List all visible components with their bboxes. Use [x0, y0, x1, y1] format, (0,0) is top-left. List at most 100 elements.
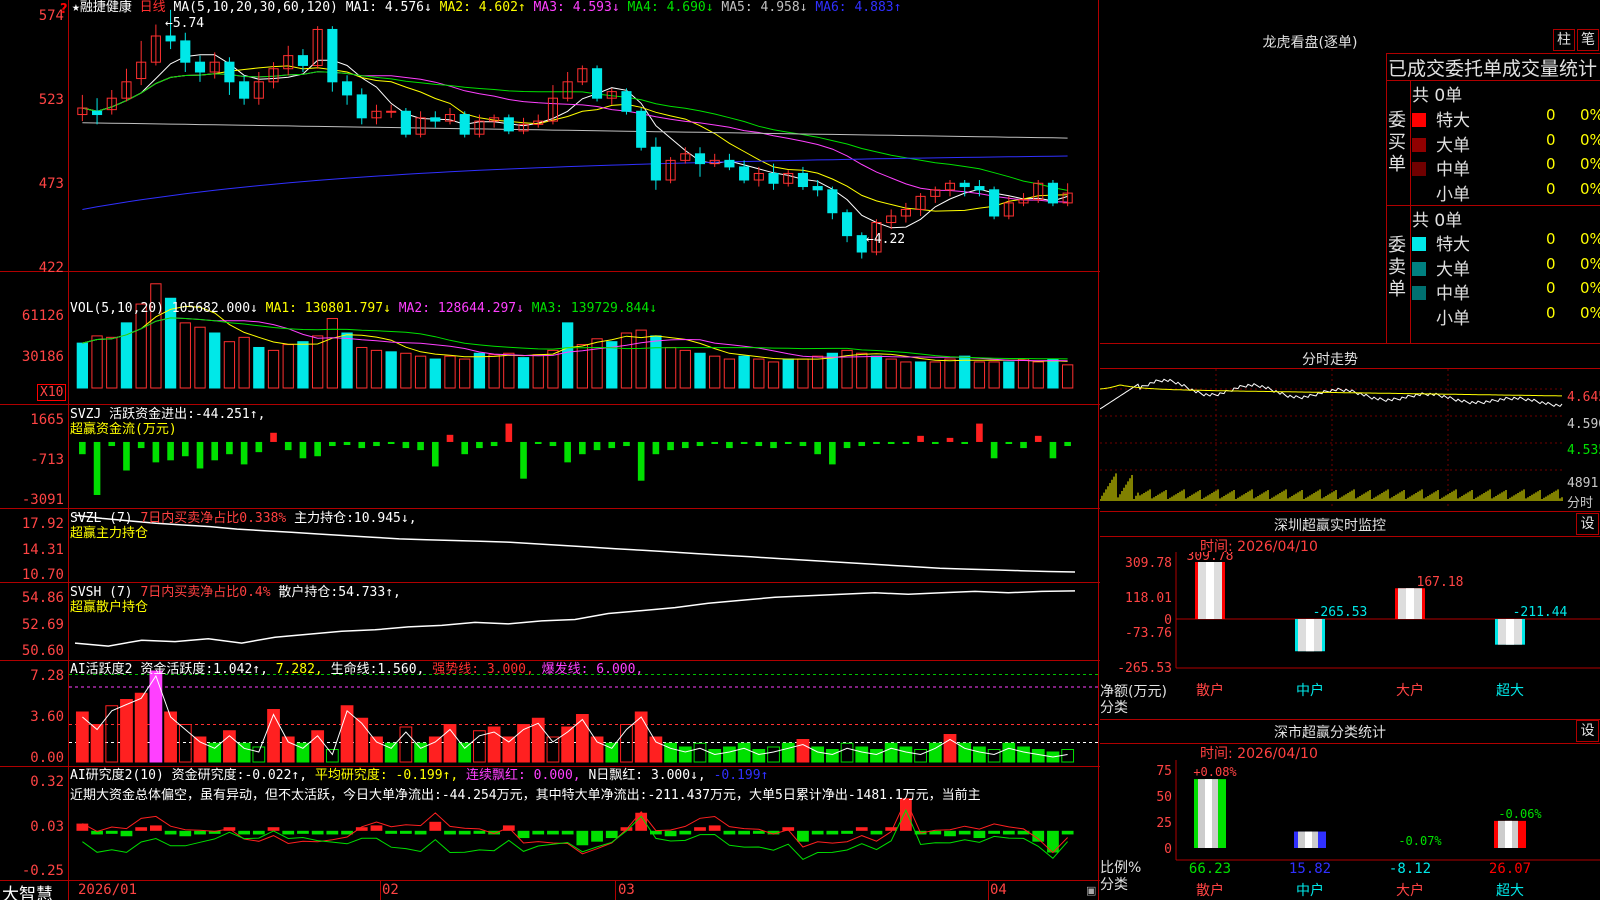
- svzj-value: -44.251↑,: [194, 407, 266, 422]
- active-bar: [973, 746, 986, 763]
- research-bar: [561, 830, 574, 835]
- stock-name[interactable]: 融捷健康: [80, 0, 132, 15]
- y-tick-label: 50.60: [21, 643, 64, 659]
- volume-bar: [767, 361, 780, 389]
- settings-marker-icon[interactable]: ?: [60, 2, 68, 17]
- active-bar: [767, 746, 780, 763]
- star-icon[interactable]: ★: [72, 0, 80, 15]
- ai-research-chart[interactable]: [69, 767, 1098, 880]
- volume-bar: [1003, 361, 1015, 389]
- research-bar: [120, 830, 133, 837]
- y-tick-label: 0.32: [30, 774, 64, 790]
- volume-bar: [503, 352, 515, 389]
- bar-bottom-value: 15.82: [1289, 861, 1331, 877]
- y-tick-label: -0.25: [21, 863, 64, 879]
- active-bar: [708, 749, 722, 763]
- active-bar: [914, 749, 927, 763]
- bar-view-button[interactable]: 柱: [1553, 29, 1575, 51]
- volume-bar: [150, 283, 162, 389]
- ma-value: MA4: 4.690↓: [619, 0, 714, 15]
- volume-bar: [635, 329, 647, 389]
- volume-bar: [738, 355, 750, 389]
- order-pct: 0%: [1580, 230, 1600, 248]
- candlestick-chart[interactable]: [69, 0, 1098, 270]
- y-tick-label: -3091: [21, 492, 64, 508]
- volume-bar: [91, 335, 103, 389]
- monitor-chart[interactable]: 309.78118.010-73.76-265.53309.78散户-265.5…: [1100, 552, 1600, 720]
- order-pct: 0%: [1580, 130, 1600, 149]
- y-tick-label: -265.53: [1117, 661, 1172, 676]
- research-bar: [547, 830, 559, 835]
- low-note-value: 4.22: [873, 232, 906, 247]
- svzj-title: SVZJ 活跃资金进出:-44.251↑,: [70, 407, 265, 422]
- ai-research-value: -0.022↑,: [244, 768, 308, 783]
- candle: [621, 91, 632, 112]
- order-count: 0: [1546, 279, 1556, 297]
- x-tick-label: 02: [382, 882, 399, 898]
- ai-active-title: AI活跃度2 资金活跃度:1.042↑, 7.282, 生命线:1.560, 强…: [70, 662, 643, 677]
- bar-value-label: -265.53: [1313, 605, 1368, 620]
- y-tick-label: 75: [1156, 764, 1172, 779]
- flow-bar: [917, 435, 924, 442]
- monitor-bar: [1295, 619, 1325, 652]
- volume-chart[interactable]: [69, 272, 1098, 404]
- tick-view-button[interactable]: 笔: [1577, 29, 1599, 51]
- flow-bar: [608, 441, 616, 449]
- active-bar: [325, 749, 339, 763]
- divider: [1386, 53, 1387, 343]
- flow-bar: [284, 441, 292, 451]
- ma-line: [82, 122, 1068, 139]
- flow-bar: [402, 441, 410, 449]
- svsh-ratio: 7日内买卖净占比0.4%: [140, 585, 271, 600]
- order-row: 中单 0 0%: [1412, 155, 1600, 180]
- order-count: 0: [1546, 179, 1556, 198]
- bar-top-label: +0.08%: [1193, 765, 1237, 779]
- vol-unit-badge[interactable]: X10: [37, 384, 67, 401]
- flow-bar: [123, 441, 130, 471]
- volume-bar: [1062, 364, 1074, 389]
- order-pct: 0%: [1580, 303, 1600, 322]
- order-count: 0: [1546, 106, 1556, 124]
- active-bar: [502, 736, 516, 763]
- period-label[interactable]: 日线: [140, 0, 166, 15]
- color-swatch: [1412, 261, 1426, 276]
- intraday-chart[interactable]: [1100, 369, 1564, 509]
- candle: [165, 35, 176, 42]
- research-bar: [194, 830, 206, 835]
- volume-bar: [679, 349, 691, 389]
- ma-value: MA5: 4.958↓: [713, 0, 808, 15]
- sell-total: 共 0单: [1412, 211, 1463, 231]
- ma-value: MA6: 4.883↑: [807, 0, 902, 15]
- volume-bar: [694, 352, 706, 389]
- bar-highlight: [1205, 779, 1212, 848]
- y-tick-label: 0: [1164, 842, 1172, 857]
- flow-bar: [740, 441, 748, 444]
- monitor-settings-button[interactable]: 设: [1576, 513, 1599, 535]
- candle: [768, 172, 779, 184]
- lock-icon[interactable]: ▣: [1086, 884, 1096, 897]
- candle: [356, 94, 367, 119]
- classify-settings-button[interactable]: 设: [1576, 720, 1599, 742]
- brand-logo[interactable]: 大智慧: [2, 880, 53, 900]
- active-bar: [870, 749, 883, 763]
- ai-active-label: AI活跃度2: [70, 662, 133, 677]
- volume-bar: [532, 354, 544, 389]
- order-type: 小单: [1436, 308, 1470, 329]
- flow-bar: [858, 441, 866, 447]
- research-avg-line: [82, 808, 1068, 861]
- order-count: 0: [1546, 303, 1556, 322]
- ma-value: MA3: 139729.844↓: [523, 301, 658, 316]
- order-count: 0: [1546, 155, 1556, 173]
- high-price-note: ←5.74: [165, 16, 205, 31]
- flow-bar: [1049, 441, 1057, 459]
- candle: [239, 81, 250, 99]
- volume-bar: [929, 361, 941, 389]
- volume-bar: [517, 357, 530, 389]
- flow-bar: [505, 423, 513, 442]
- classify-chart[interactable]: 75 50 25 0 +0.08% 66.23 散户 15.82 中户 -0.07% -8.12 大户…: [1100, 760, 1600, 900]
- research-bar: [576, 830, 589, 846]
- research-bar: [135, 827, 148, 831]
- active-bar: [899, 746, 913, 763]
- active-bar: [193, 736, 207, 763]
- order-type: 特大: [1436, 235, 1470, 255]
